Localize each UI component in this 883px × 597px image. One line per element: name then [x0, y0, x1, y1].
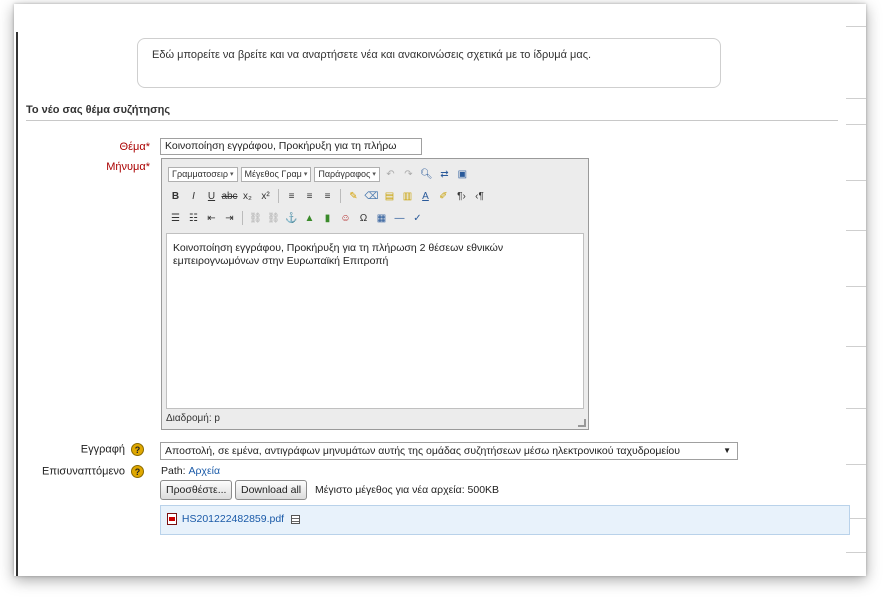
redo-icon[interactable]: ↷ — [401, 167, 416, 182]
pdf-file-icon — [167, 513, 177, 526]
strikethrough-icon[interactable]: abc — [221, 189, 237, 204]
download-all-button[interactable]: Download all — [235, 480, 308, 500]
files-folder-link[interactable]: Αρχεία — [188, 465, 220, 477]
files-path: Path: Αρχεία — [161, 465, 220, 477]
subject-label: Θέμα* — [20, 141, 150, 153]
subscription-value: Αποστολή, σε εμένα, αντιγράφων μηνυμάτων… — [165, 445, 681, 457]
ltr-icon[interactable]: ¶› — [454, 189, 469, 204]
superscript-icon[interactable]: x² — [258, 189, 273, 204]
align-center-icon[interactable]: ≡ — [302, 189, 317, 204]
page-card: Εδώ μπορείτε να βρείτε και να αναρτήσετε… — [14, 4, 866, 576]
section-title: Το νέο σας θέμα συζήτησης — [26, 104, 171, 116]
attachment-label-text: Επισυναπτόμενο — [42, 465, 125, 478]
attachment-label: Επισυναπτόμενο? — [14, 465, 144, 478]
required-star: * — [145, 161, 150, 173]
highlight-color-icon[interactable]: ✐ — [436, 189, 451, 204]
file-menu-icon[interactable] — [291, 514, 301, 524]
help-icon[interactable]: ? — [131, 465, 144, 478]
bullet-list-icon[interactable]: ☰ — [168, 211, 183, 226]
unlink-icon[interactable]: ⛓ — [266, 211, 281, 226]
max-size-text: Μέγιστο μέγεθος για νέα αρχεία: 500KB — [315, 484, 500, 496]
toolbar-separator — [242, 211, 243, 225]
numbered-list-icon[interactable]: ☷ — [186, 211, 201, 226]
image-icon[interactable]: ▲ — [302, 211, 317, 226]
align-left-icon[interactable]: ≡ — [284, 189, 299, 204]
rtl-icon[interactable]: ‹¶ — [472, 189, 487, 204]
subscript-icon[interactable]: x₂ — [240, 189, 255, 204]
bold-icon[interactable]: B — [168, 189, 183, 204]
subject-input[interactable]: Κοινοποίηση εγγράφου, Προκήρυξη για τη π… — [160, 138, 422, 155]
replace-icon[interactable]: ⇄ — [437, 167, 452, 182]
intro-text: Εδώ μπορείτε να βρείτε και να αναρτήσετε… — [152, 49, 592, 61]
spellcheck-icon[interactable]: ✓ — [410, 211, 425, 226]
special-char-icon[interactable]: Ω — [356, 211, 371, 226]
font-family-value: Γραμματοσειρ — [172, 169, 228, 179]
hr-icon[interactable]: — — [392, 211, 407, 226]
toolbar-row-2: B I U abc x₂ x² ≡ ≡ ≡ ✎ ⌫ ▤ ▥ A ✐ ¶› ‹¶ — [168, 185, 582, 207]
editor-content[interactable]: Κοινοποίηση εγγράφου, Προκήρυξη για τη π… — [166, 233, 584, 409]
left-border — [16, 32, 18, 576]
chevron-down-icon: ▼ — [723, 446, 731, 455]
text-color-icon[interactable]: A — [418, 189, 433, 204]
italic-icon[interactable]: I — [186, 189, 201, 204]
paste-text-icon[interactable]: ▤ — [382, 189, 397, 204]
editor-toolbar: Γραμματοσειρ ▾ Μέγεθος Γραμ ▾ Παράγραφος ▾ … — [162, 159, 588, 229]
eraser-icon[interactable]: ⌫ — [364, 189, 379, 204]
fullscreen-icon[interactable]: ▣ — [455, 167, 470, 182]
section-divider — [26, 120, 838, 121]
link-icon[interactable]: ⛓ — [248, 211, 263, 226]
paste-word-icon[interactable]: ▥ — [400, 189, 415, 204]
toolbar-separator — [278, 189, 279, 203]
chevron-down-icon: ▾ — [303, 171, 308, 178]
help-icon[interactable]: ? — [131, 443, 144, 456]
table-icon[interactable]: ▦ — [374, 211, 389, 226]
add-file-button[interactable]: Προσθέστε... — [160, 480, 233, 500]
message-label-text: Μήνυμα — [106, 161, 146, 173]
anchor-icon[interactable]: ⚓ — [284, 211, 299, 226]
font-size-dropdown[interactable]: Μέγεθος Γραμ ▾ — [240, 166, 312, 182]
path-label: Path: — [161, 465, 186, 477]
subscription-label: Εγγραφή? — [14, 443, 144, 456]
indent-icon[interactable]: ⇥ — [222, 211, 237, 226]
toolbar-row-3: ☰ ☷ ⇤ ⇥ ⛓ ⛓ ⚓ ▲ ▮ ☺ Ω ▦ — ✓ — [168, 207, 582, 229]
toolbar-row-1: Γραμματοσειρ ▾ Μέγεθος Γραμ ▾ Παράγραφος ▾ … — [168, 163, 582, 185]
font-size-value: Μέγεθος Γραμ — [244, 169, 302, 179]
resize-handle[interactable] — [578, 419, 586, 427]
toolbar-separator — [340, 189, 341, 203]
subscription-label-text: Εγγραφή — [80, 443, 125, 456]
format-dropdown[interactable]: Παράγραφος ▾ — [314, 166, 380, 182]
underline-icon[interactable]: U — [204, 189, 219, 204]
subscription-select[interactable]: Αποστολή, σε εμένα, αντιγράφων μηνυμάτων… — [160, 442, 738, 460]
undo-icon[interactable]: ↶ — [383, 167, 398, 182]
intro-box: Εδώ μπορείτε να βρείτε και να αναρτήσετε… — [137, 38, 721, 88]
rich-text-editor: Γραμματοσειρ ▾ Μέγεθος Γραμ ▾ Παράγραφος ▾ … — [161, 158, 589, 430]
align-right-icon[interactable]: ≡ — [320, 189, 335, 204]
find-icon[interactable]: 🔍︎ — [419, 167, 434, 182]
message-label: Μήνυμα* — [20, 161, 150, 173]
chevron-down-icon: ▾ — [229, 171, 234, 178]
emoticon-icon[interactable]: ☺ — [338, 211, 353, 226]
font-family-dropdown[interactable]: Γραμματοσειρ ▾ — [168, 166, 238, 182]
format-value: Παράγραφος — [318, 169, 371, 179]
media-icon[interactable]: ▮ — [320, 211, 335, 226]
required-star: * — [145, 141, 150, 153]
editor-path: Διαδρομή: p — [166, 413, 220, 424]
outdent-icon[interactable]: ⇤ — [204, 211, 219, 226]
cleanup-icon[interactable]: ✎ — [346, 189, 361, 204]
chevron-down-icon: ▾ — [372, 171, 376, 178]
right-grid-lines — [846, 4, 866, 576]
file-link[interactable]: HS201222482859.pdf — [182, 513, 284, 525]
subject-label-text: Θέμα — [119, 141, 146, 153]
file-list: HS201222482859.pdf — [160, 505, 850, 535]
